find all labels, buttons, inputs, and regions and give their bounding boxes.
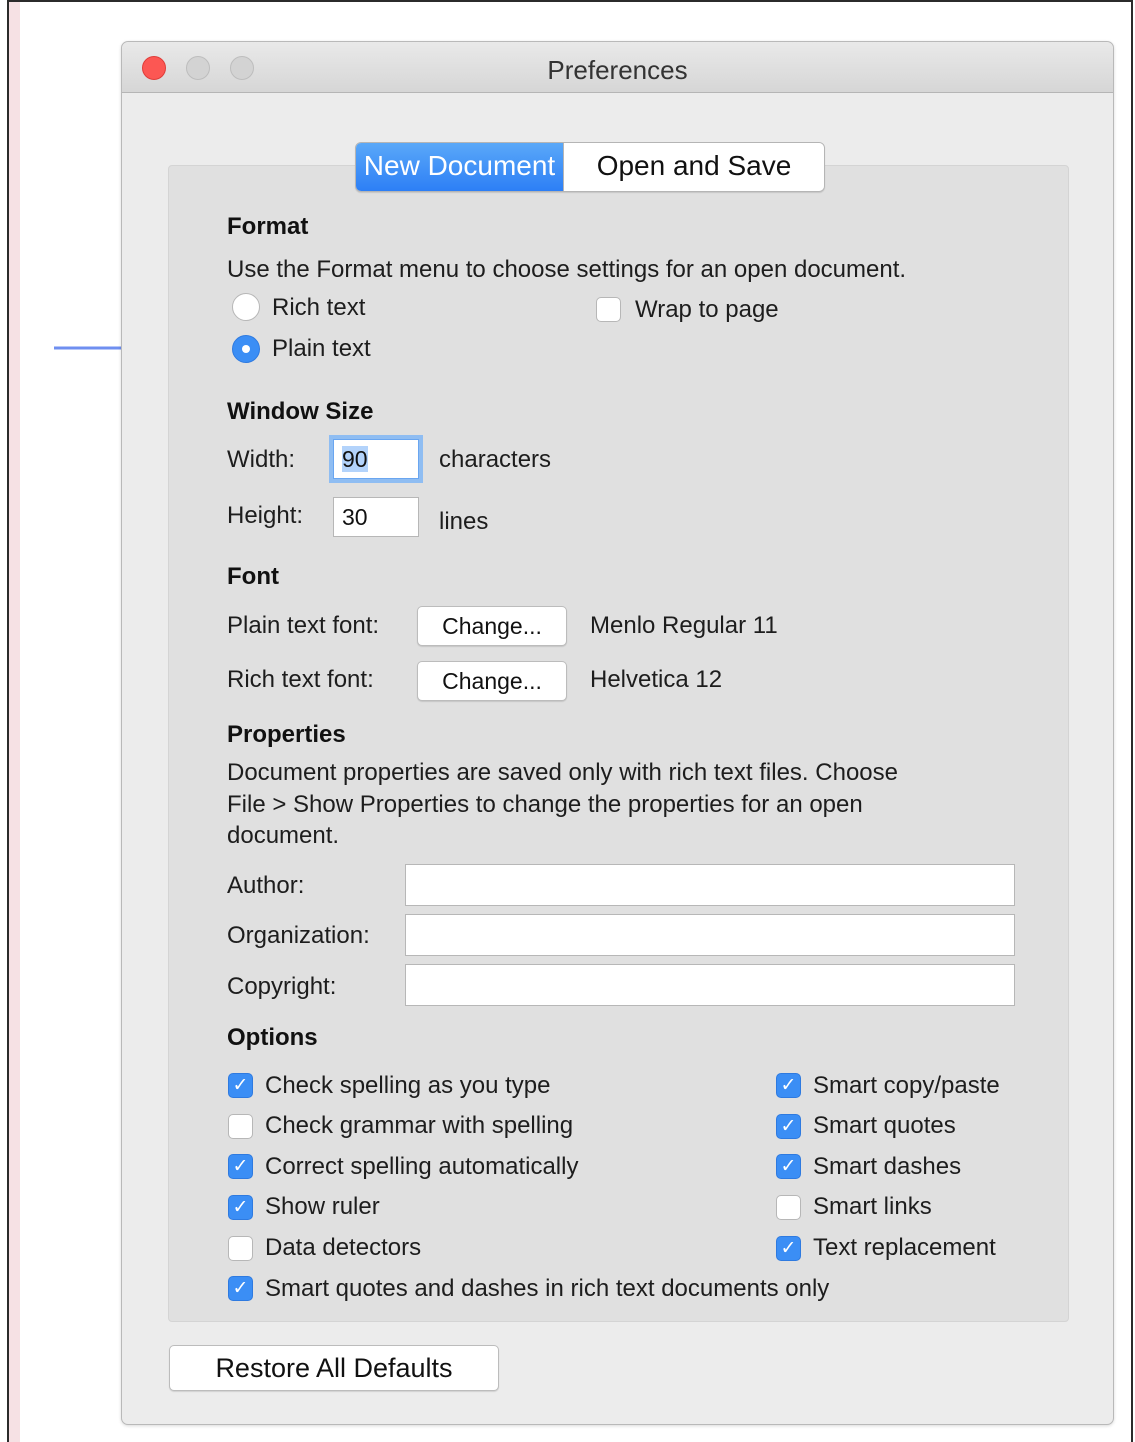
margin-strip [9,2,20,1442]
change-rich-font-button[interactable]: Change... [417,661,567,701]
rich-font-label: Rich text font: [227,666,374,693]
data-detectors-checkbox[interactable] [228,1236,253,1261]
rich-text-label[interactable]: Rich text [272,294,365,322]
window-size-heading: Window Size [227,398,374,425]
options-heading: Options [227,1024,318,1051]
correct-spelling-label[interactable]: Correct spelling automatically [265,1153,578,1181]
smart-quotes-label[interactable]: Smart quotes [813,1112,956,1140]
properties-heading: Properties [227,721,346,748]
correct-spelling-checkbox[interactable]: ✓ [228,1154,253,1179]
smart-quotes-checkbox[interactable]: ✓ [776,1114,801,1139]
format-description: Use the Format menu to choose settings f… [227,256,907,283]
smart-copy-paste-label[interactable]: Smart copy/paste [813,1072,1000,1100]
rich-text-radio[interactable] [232,293,260,321]
organization-label: Organization: [227,922,370,949]
format-heading: Format [227,213,309,240]
author-field[interactable] [405,864,1015,906]
title-bar[interactable]: Preferences [122,42,1113,93]
check-spelling-label[interactable]: Check spelling as you type [265,1072,551,1100]
show-ruler-checkbox[interactable]: ✓ [228,1195,253,1220]
restore-all-defaults-button[interactable]: Restore All Defaults [169,1345,499,1391]
smart-links-checkbox[interactable] [776,1195,801,1220]
plain-text-radio[interactable] [232,335,260,363]
height-unit: lines [439,508,489,535]
show-ruler-label[interactable]: Show ruler [265,1193,380,1221]
copyright-field[interactable] [405,964,1015,1006]
change-plain-font-button[interactable]: Change... [417,606,567,646]
properties-description-line: Document properties are saved only with … [227,759,898,786]
width-label: Width: [227,446,296,473]
smart-copy-paste-checkbox[interactable]: ✓ [776,1073,801,1098]
tab-new-document[interactable]: New Document [356,143,563,191]
rich-font-value: Helvetica 12 [590,666,723,693]
tab-open-and-save[interactable]: Open and Save [563,143,824,191]
properties-description-line: document. [227,822,340,849]
smart-rich-text-only-label[interactable]: Smart quotes and dashes in rich text doc… [265,1275,829,1303]
check-spelling-checkbox[interactable]: ✓ [228,1073,253,1098]
text-replacement-label[interactable]: Text replacement [813,1234,996,1262]
check-grammar-checkbox[interactable] [228,1114,253,1139]
text-replacement-checkbox[interactable]: ✓ [776,1236,801,1261]
wrap-to-page-label[interactable]: Wrap to page [635,296,779,324]
preferences-window: Preferences New Document Open and Save F… [121,41,1114,1425]
window-title: Preferences [547,55,688,85]
plain-font-label: Plain text font: [227,612,380,639]
check-grammar-label[interactable]: Check grammar with spelling [265,1112,573,1140]
copyright-label: Copyright: [227,973,337,1000]
height-label: Height: [227,502,304,529]
font-heading: Font [227,563,279,590]
smart-dashes-checkbox[interactable]: ✓ [776,1154,801,1179]
properties-description-line: File > Show Properties to change the pro… [227,791,863,818]
tab-bar: New Document Open and Save [355,142,825,192]
organization-field[interactable] [405,914,1015,956]
width-field[interactable]: 90 [333,439,419,479]
width-unit: characters [439,446,552,473]
wrap-to-page-checkbox[interactable] [596,297,621,322]
plain-text-label[interactable]: Plain text [272,335,371,363]
plain-font-value: Menlo Regular 11 [590,612,778,639]
smart-rich-text-only-checkbox[interactable]: ✓ [228,1276,253,1301]
smart-dashes-label[interactable]: Smart dashes [813,1153,961,1181]
width-value: 90 [342,446,368,472]
height-field[interactable]: 30 [333,497,419,537]
data-detectors-label[interactable]: Data detectors [265,1234,421,1262]
author-label: Author: [227,872,305,899]
smart-links-label[interactable]: Smart links [813,1193,932,1221]
